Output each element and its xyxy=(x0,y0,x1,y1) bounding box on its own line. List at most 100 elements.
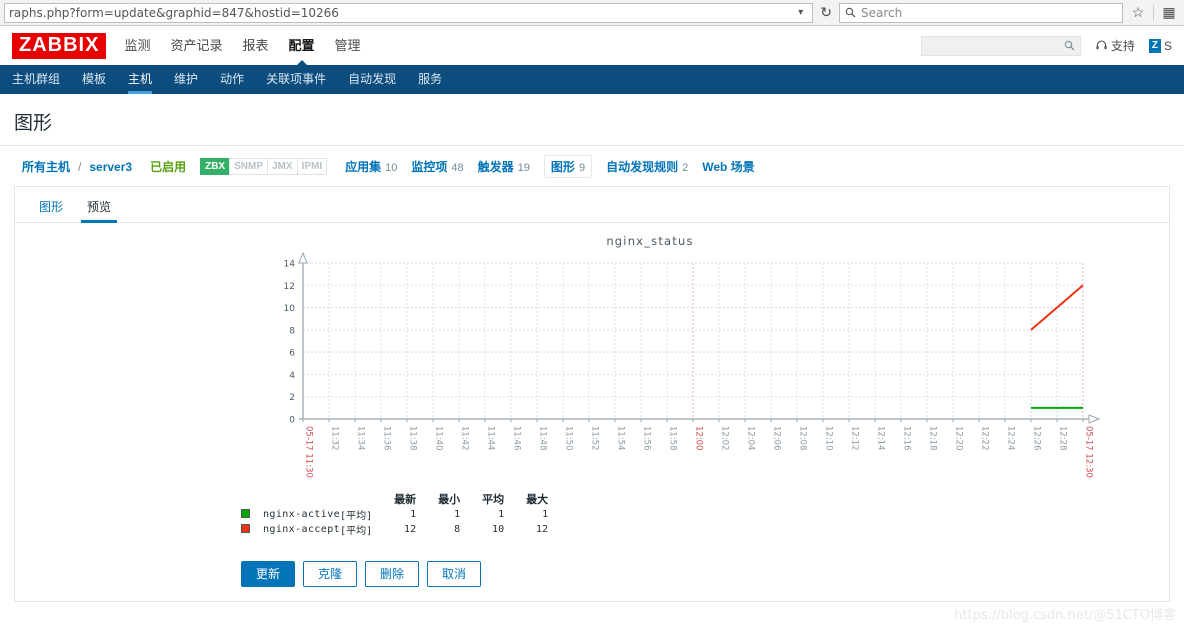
legend-swatch-cell xyxy=(241,507,263,522)
browser-toolbar: raphs.php?form=update&graphid=847&hostid… xyxy=(0,0,1184,26)
breadcrumb-triggers-count: 19 xyxy=(517,162,530,174)
x-axis-tick-label: 11:46 xyxy=(512,426,522,451)
breadcrumb-discovery-rules-label[interactable]: 自动发现规则 xyxy=(606,158,678,175)
subnav-item-host-groups[interactable]: 主机群组 xyxy=(12,65,60,94)
browser-search-placeholder: Search xyxy=(861,5,903,20)
x-axis-arrow-icon xyxy=(1088,414,1101,424)
breadcrumb-web-scenarios-label[interactable]: Web 场景 xyxy=(702,158,754,175)
nav-item-configuration[interactable]: 配置 xyxy=(289,26,315,66)
x-axis-tick-label: 11:40 xyxy=(434,426,444,451)
nav-item-administration[interactable]: 管理 xyxy=(335,26,361,65)
breadcrumb-graphs-count: 9 xyxy=(578,162,586,174)
y-axis-tick-label: 4 xyxy=(289,371,295,381)
subnav-item-maintenance[interactable]: 维护 xyxy=(174,65,198,94)
x-axis-tick-label: 11:56 xyxy=(642,426,652,451)
x-axis-tick-label: 12:06 xyxy=(772,426,782,451)
x-axis-tick-label: 12:16 xyxy=(902,426,912,451)
delete-button[interactable]: 删除 xyxy=(365,561,420,587)
legend-series-name: nginx-accept xyxy=(263,524,341,535)
tab-preview[interactable]: 预览 xyxy=(77,193,121,223)
nav-item-monitoring[interactable]: 监测 xyxy=(124,26,150,65)
breadcrumb-applications-label[interactable]: 应用集 xyxy=(345,158,381,175)
cancel-button[interactable]: 取消 xyxy=(427,561,482,587)
breadcrumb-items-label[interactable]: 监控项 xyxy=(411,158,447,175)
address-bar[interactable]: raphs.php?form=update&graphid=847&hostid… xyxy=(4,2,814,23)
legend-value-last: 1 xyxy=(410,509,417,520)
legend-value-last: 12 xyxy=(404,524,417,535)
breadcrumb-host[interactable]: server3 xyxy=(89,160,132,174)
breadcrumb-discovery-rules-count: 2 xyxy=(682,162,689,174)
x-axis-tick-label: 05-17 11:30 xyxy=(304,426,314,478)
breadcrumb-items[interactable]: 监控项 48 xyxy=(411,158,463,175)
reload-icon[interactable]: ↻ xyxy=(817,4,835,21)
headset-icon xyxy=(1096,40,1107,50)
update-button[interactable]: 更新 xyxy=(241,561,296,587)
nginx-status-chart: nginx_status 0 2 4 6 8 10 12 14 05-17 11:30 11:3… xyxy=(284,234,1101,478)
breadcrumb-graphs[interactable]: 图形 9 xyxy=(543,155,593,178)
subnav-item-discovery[interactable]: 自动发现 xyxy=(348,65,396,94)
chevron-down-icon[interactable]: ▾ xyxy=(793,7,808,18)
graph-card: 图形 预览 nginx_status 0 2 4 6 8 10 12 14 05-17 11:… xyxy=(14,186,1170,602)
legend-table: 最新 最小 平均 最大 nginx-active [平均] 1 1 1 1 ng… xyxy=(241,491,548,537)
tab-graph[interactable]: 图形 xyxy=(29,193,73,222)
address-bar-text: raphs.php?form=update&graphid=847&hostid… xyxy=(9,5,339,20)
subnav-item-templates[interactable]: 模板 xyxy=(82,65,106,94)
clone-button[interactable]: 克隆 xyxy=(303,561,358,587)
chart-title: nginx_status xyxy=(606,234,693,248)
x-axis-tick-label: 12:24 xyxy=(1006,426,1016,451)
legend-row-nginx-accept: nginx-accept [平均] 12 8 10 12 xyxy=(241,522,548,537)
x-axis-tick-label: 12:10 xyxy=(824,426,834,451)
y-axis-tick-label: 10 xyxy=(284,304,296,314)
watermark-text-b: @51CTO博客 xyxy=(1093,608,1176,623)
search-icon xyxy=(845,7,856,18)
x-axis-tick-label: 11:50 xyxy=(564,426,574,451)
x-axis-labels: 05-17 11:30 11:32 11:34 11:36 11:38 11:40 11:4… xyxy=(304,426,1094,478)
legend-row-nginx-active: nginx-active [平均] 1 1 1 1 xyxy=(241,507,548,522)
x-axis-tick-label: 11:38 xyxy=(408,426,418,451)
x-axis-tick-label: 12:12 xyxy=(850,426,860,451)
library-icon[interactable]: ▦ xyxy=(1158,4,1180,21)
star-icon[interactable]: ☆ xyxy=(1127,4,1149,21)
share-link[interactable]: Z S xyxy=(1148,38,1172,53)
interface-availability-tags: ZBX SNMP JMX IPMI xyxy=(200,158,328,175)
breadcrumb-separator: / xyxy=(78,159,82,174)
legend-header-spacer xyxy=(241,491,263,507)
breadcrumb-triggers-label[interactable]: 触发器 xyxy=(478,158,514,175)
primary-nav: 监测 资产记录 报表 配置 管理 xyxy=(124,26,361,66)
legend-value-min: 8 xyxy=(454,524,461,535)
breadcrumb-graphs-label[interactable]: 图形 xyxy=(551,158,575,175)
x-axis-tick-label: 12:18 xyxy=(928,426,938,451)
subnav-item-actions[interactable]: 动作 xyxy=(220,65,244,94)
nav-item-reports[interactable]: 报表 xyxy=(242,26,268,65)
subnav-item-hosts[interactable]: 主机 xyxy=(128,65,153,94)
global-search-input[interactable] xyxy=(920,35,1081,56)
zabbix-logo[interactable]: ZABBIX xyxy=(12,32,107,59)
breadcrumb-applications-count: 10 xyxy=(385,162,398,174)
legend-swatch-cell xyxy=(241,522,263,537)
legend-value-min: 1 xyxy=(454,509,461,520)
support-link[interactable]: 支持 xyxy=(1095,37,1135,54)
nav-item-inventory[interactable]: 资产记录 xyxy=(170,26,222,65)
breadcrumb-all-hosts[interactable]: 所有主机 xyxy=(22,158,70,175)
y-axis-tick-label: 0 xyxy=(289,416,295,426)
breadcrumb-web-scenarios[interactable]: Web 场景 xyxy=(702,158,754,175)
host-status-label[interactable]: 已启用 xyxy=(150,158,186,175)
legend-header-avg: 平均 xyxy=(482,494,505,506)
legend-value-avg: 10 xyxy=(492,524,505,535)
x-axis-tick-label: 11:34 xyxy=(356,426,366,451)
breadcrumb-items-count: 48 xyxy=(451,162,464,174)
legend-header-last: 最新 xyxy=(394,494,417,506)
x-axis-tick-label: 12:26 xyxy=(1032,426,1042,451)
breadcrumb-applications[interactable]: 应用集 10 xyxy=(345,158,397,175)
x-axis-tick-label: 11:32 xyxy=(330,426,340,451)
x-axis-tick-label: 12:02 xyxy=(720,426,730,451)
breadcrumb-discovery-rules[interactable]: 自动发现规则 2 xyxy=(606,158,688,175)
browser-search-box[interactable]: Search xyxy=(839,2,1123,23)
subnav-item-services[interactable]: 服务 xyxy=(418,65,442,94)
subnav-item-correlation[interactable]: 关联项事件 xyxy=(266,65,326,94)
y-axis-tick-label: 8 xyxy=(289,326,295,336)
x-axis-tick-label: 12:28 xyxy=(1058,426,1068,451)
legend-value-max: 1 xyxy=(542,509,549,520)
breadcrumb-triggers[interactable]: 触发器 19 xyxy=(478,158,530,175)
x-axis-tick-label: 05-17 12:30 xyxy=(1084,426,1094,478)
